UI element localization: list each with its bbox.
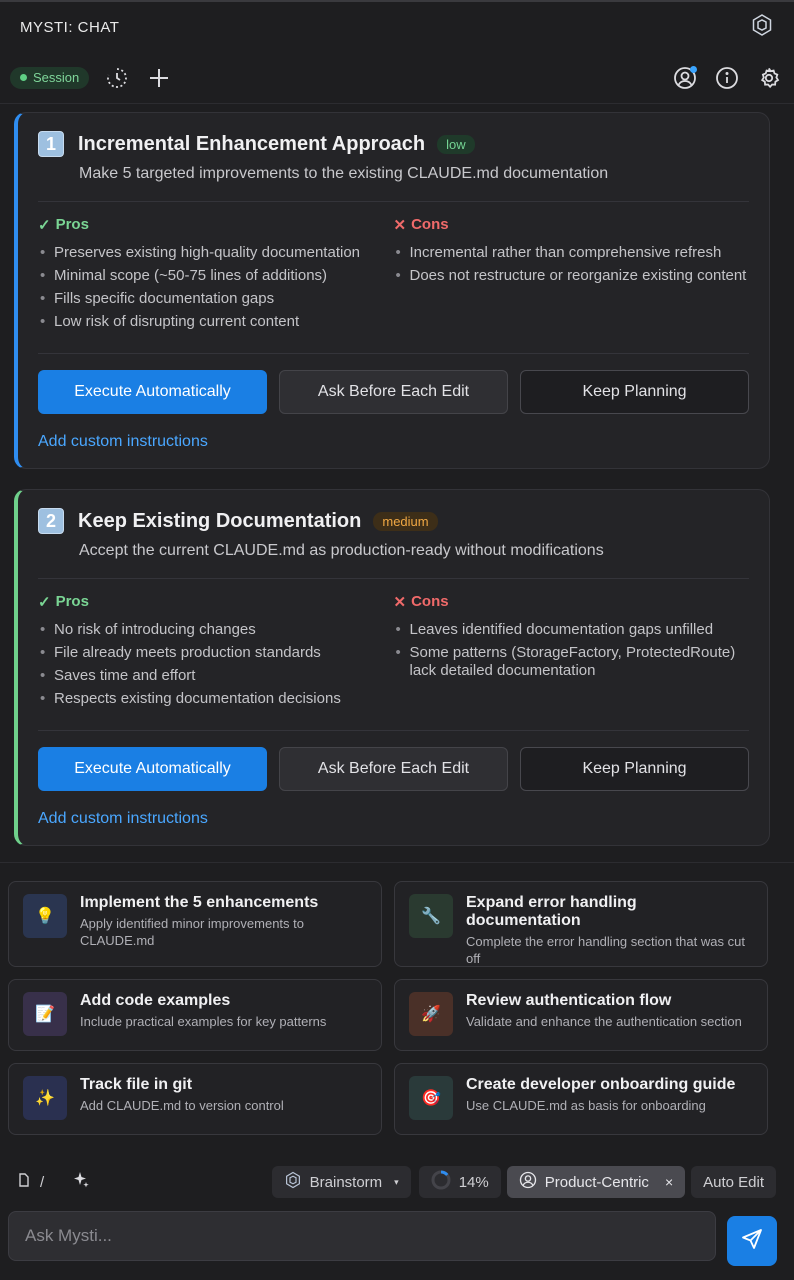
status-dot [20, 74, 27, 81]
cons-column: ✕Cons Leaves identified documentation ga… [394, 593, 750, 713]
suggestion-title: Review authentication flow [466, 992, 672, 1009]
con-item: Does not restructure or reorganize exist… [394, 267, 750, 285]
suggestion-card[interactable]: 🚀 Review authentication flow Validate and… [394, 979, 768, 1051]
con-item: Leaves identified documentation gaps unf… [394, 621, 750, 639]
option-card-1: 1 Incremental Enhancement Approach low M… [14, 112, 770, 469]
pro-item: Fills specific documentation gaps [38, 290, 394, 308]
auto-edit-toggle[interactable]: Auto Edit [691, 1166, 776, 1198]
option-title: Keep Existing Documentation [78, 509, 362, 532]
title-bar: MYSTI: CHAT [0, 0, 794, 52]
pros-heading: Pros [55, 216, 89, 233]
priority-badge: low [437, 134, 475, 154]
chevron-down-icon: ▾ [394, 1176, 399, 1187]
check-icon: ✓ [38, 594, 51, 611]
persona-chip[interactable]: Product-Centric × [506, 1166, 686, 1198]
profile-icon[interactable] [670, 63, 700, 93]
priority-badge: medium [373, 511, 438, 531]
option-subtitle: Accept the current CLAUDE.md as producti… [79, 542, 604, 559]
keep-planning-button[interactable]: Keep Planning [520, 747, 749, 791]
mode-dropdown[interactable]: Brainstorm ▾ [271, 1166, 411, 1198]
suggestion-title: Expand error handling documentation [466, 894, 637, 929]
persona-label: Product-Centric [544, 1173, 649, 1191]
brainstorm-icon [284, 1171, 302, 1193]
suggestion-card[interactable]: ✨ Track file in git Add CLAUDE.md to vers… [8, 1063, 382, 1135]
suggestion-card[interactable]: 🎯 Create developer onboarding guide Use C… [394, 1063, 768, 1135]
suggestion-desc: Include practical examples for key patte… [80, 1014, 327, 1029]
new-chat-plus-icon[interactable] [145, 64, 173, 92]
add-custom-instructions-link[interactable]: Add custom instructions [18, 791, 769, 828]
execute-automatically-button[interactable]: Execute Automatically [38, 747, 267, 791]
lightbulb-icon: 💡 [23, 894, 67, 938]
option-number-badge: 1 [38, 131, 64, 157]
history-icon[interactable] [103, 64, 131, 92]
app-title: MYSTI: CHAT [20, 18, 120, 36]
suggestion-title: Create developer onboarding guide [466, 1076, 736, 1093]
session-badge[interactable]: Session [10, 66, 90, 89]
pros-heading: Pros [55, 593, 89, 610]
option-subtitle: Make 5 targeted improvements to the exis… [79, 165, 609, 182]
cross-icon: ✕ [393, 594, 407, 611]
suggestion-title: Track file in git [80, 1076, 193, 1093]
pro-item: File already meets production standards [38, 644, 394, 662]
suggestion-card[interactable]: 💡 Implement the 5 enhancements Apply iden… [8, 881, 382, 967]
context-usage-indicator[interactable]: 14% [418, 1166, 501, 1198]
pro-item: No risk of introducing changes [38, 621, 394, 639]
context-percent: 14% [458, 1173, 489, 1191]
persona-close-icon[interactable]: × [665, 1174, 673, 1190]
mode-label: Brainstorm [309, 1173, 383, 1191]
file-icon[interactable] [18, 1172, 30, 1192]
toolbar: Session [0, 52, 794, 104]
keep-planning-button[interactable]: Keep Planning [520, 370, 749, 414]
wrench-icon: 🔧 [409, 894, 453, 938]
info-icon[interactable] [712, 63, 742, 93]
pro-item: Respects existing documentation decision… [38, 690, 394, 708]
send-icon [740, 1227, 764, 1256]
target-icon: 🎯 [409, 1076, 453, 1120]
rocket-icon: 🚀 [409, 992, 453, 1036]
slash-command[interactable]: / [40, 1174, 44, 1191]
option-card-2: 2 Keep Existing Documentation medium Acc… [14, 489, 770, 846]
con-item: Some patterns (StorageFactory, Protected… [394, 644, 750, 680]
chat-input[interactable] [8, 1211, 716, 1261]
suggestion-desc: Validate and enhance the authentication … [466, 1014, 742, 1029]
pro-item: Saves time and effort [38, 667, 394, 685]
session-label: Session [33, 70, 80, 85]
suggestion-desc: Complete the error handling section that… [466, 934, 745, 966]
cons-heading: Cons [411, 216, 449, 233]
pros-column: ✓Pros Preserves existing high-quality do… [38, 216, 394, 336]
settings-gear-icon[interactable] [754, 63, 784, 93]
cross-icon: ✕ [393, 217, 407, 234]
suggestion-card[interactable]: 📝 Add code examples Include practical exa… [8, 979, 382, 1051]
memo-icon: 📝 [23, 992, 67, 1036]
suggestion-desc: Apply identified minor improvements to C… [80, 916, 304, 948]
app-logo-icon[interactable] [750, 13, 774, 42]
option-title: Incremental Enhancement Approach [78, 132, 426, 155]
persona-user-icon [519, 1171, 537, 1193]
cons-heading: Cons [411, 593, 449, 610]
option-number-badge: 2 [38, 508, 64, 534]
pro-item: Preserves existing high-quality document… [38, 244, 394, 262]
suggestion-desc: Use CLAUDE.md as basis for onboarding [466, 1098, 706, 1113]
suggestion-card[interactable]: 🔧 Expand error handling documentation Com… [394, 881, 768, 967]
con-item: Incremental rather than comprehensive re… [394, 244, 750, 262]
suggestion-title: Implement the 5 enhancements [80, 894, 319, 911]
execute-automatically-button[interactable]: Execute Automatically [38, 370, 267, 414]
cons-column: ✕Cons Incremental rather than comprehens… [394, 216, 750, 336]
suggestion-title: Add code examples [80, 992, 231, 1009]
suggestion-desc: Add CLAUDE.md to version control [80, 1098, 284, 1113]
notification-dot [690, 65, 697, 73]
ask-before-each-edit-button[interactable]: Ask Before Each Edit [279, 747, 508, 791]
send-button[interactable] [727, 1216, 777, 1266]
suggestions-panel: 💡 Implement the 5 enhancements Apply iden… [0, 862, 794, 1135]
add-custom-instructions-link[interactable]: Add custom instructions [18, 414, 769, 451]
pro-item: Minimal scope (~50-75 lines of additions… [38, 267, 394, 285]
pro-item: Low risk of disrupting current content [38, 313, 394, 331]
pros-column: ✓Pros No risk of introducing changes Fil… [38, 593, 394, 713]
input-toolbar: / Brainstorm ▾ 14% Product-Centric × Aut… [0, 1162, 794, 1202]
sparkles-icon: ✨ [23, 1076, 67, 1120]
check-icon: ✓ [38, 217, 51, 234]
ask-before-each-edit-button[interactable]: Ask Before Each Edit [279, 370, 508, 414]
sparkle-enhance-icon[interactable] [72, 1171, 90, 1194]
progress-ring-icon [431, 1170, 451, 1194]
